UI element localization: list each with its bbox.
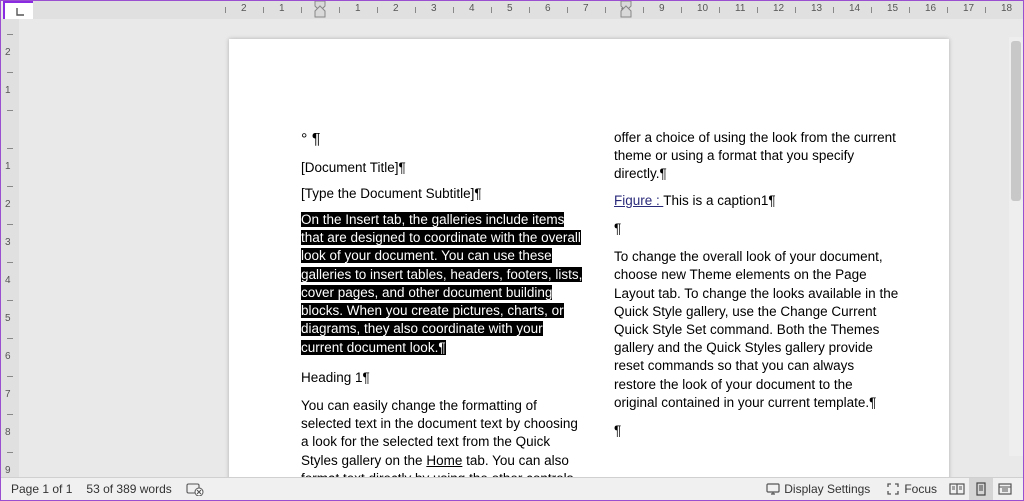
read-mode-view-button[interactable] xyxy=(945,478,969,500)
focus-icon xyxy=(886,482,900,496)
home-link-1[interactable]: Home xyxy=(426,453,462,468)
empty-paragraph-2[interactable]: ¶ xyxy=(614,422,899,440)
figure-cross-reference[interactable]: Figure : xyxy=(614,193,663,208)
selected-paragraph[interactable]: On the Insert tab, the galleries include… xyxy=(301,211,586,357)
print-layout-view-button[interactable] xyxy=(969,478,993,500)
caption-text: This is a caption1¶ xyxy=(663,193,775,208)
focus-label: Focus xyxy=(904,482,937,496)
degree-paragraph[interactable]: ° ¶ xyxy=(301,129,586,151)
document-title-placeholder[interactable]: [Document Title]¶ xyxy=(301,159,586,177)
body-paragraph-2[interactable]: You can easily change the formatting of … xyxy=(301,397,586,478)
document-subtitle-placeholder[interactable]: [Type the Document Subtitle]¶ xyxy=(301,185,586,203)
column-1: ° ¶ [Document Title]¶ [Type the Document… xyxy=(301,129,586,478)
focus-mode-button[interactable]: Focus xyxy=(878,478,945,500)
web-layout-view-button[interactable] xyxy=(993,478,1017,500)
display-settings-button[interactable]: Display Settings xyxy=(758,478,878,500)
text-selection[interactable]: On the Insert tab, the galleries include… xyxy=(301,212,582,355)
display-settings-icon xyxy=(766,482,780,496)
column-2: offer a choice of using the look from th… xyxy=(614,129,899,478)
scrollbar-thumb[interactable] xyxy=(1011,41,1021,201)
page-1: ° ¶ [Document Title]¶ [Type the Document… xyxy=(229,39,949,478)
document-canvas[interactable]: ° ¶ [Document Title]¶ [Type the Document… xyxy=(19,19,1023,478)
spelling-grammar-status-icon[interactable] xyxy=(186,482,204,496)
vertical-scrollbar[interactable] xyxy=(1009,37,1023,456)
word-count-indicator[interactable]: 53 of 389 words xyxy=(86,482,171,496)
word-processor-window: 2112345678910111213141516171819 21123456… xyxy=(0,0,1024,501)
display-settings-label: Display Settings xyxy=(784,482,870,496)
vertical-ruler[interactable]: 21123456789101112 xyxy=(1,19,19,478)
heading-1[interactable]: Heading 1¶ xyxy=(301,369,586,387)
body-paragraph-3[interactable]: To change the overall look of your docum… xyxy=(614,248,899,412)
page-number-indicator[interactable]: Page 1 of 1 xyxy=(11,482,72,496)
col2-top-paragraph[interactable]: offer a choice of using the look from th… xyxy=(614,129,899,184)
horizontal-ruler[interactable]: 2112345678910111213141516171819 xyxy=(33,1,1023,19)
empty-paragraph[interactable]: ¶ xyxy=(614,220,899,238)
figure-caption[interactable]: Figure : This is a caption1¶ xyxy=(614,192,899,210)
status-bar: Page 1 of 1 53 of 389 words Display Sett… xyxy=(1,477,1023,500)
